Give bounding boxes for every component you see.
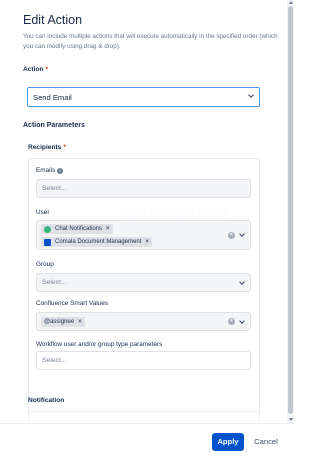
workflow-params-placeholder: Select...	[42, 357, 67, 364]
chevron-down-icon[interactable]	[239, 231, 245, 237]
remove-chip-icon[interactable]: ×	[78, 319, 82, 325]
action-select-value: Send Email	[33, 93, 72, 102]
workflow-params-label: Workflow user and/or group type paramete…	[36, 341, 163, 348]
notification-label: Notification	[28, 397, 65, 404]
chevron-down-icon[interactable]	[239, 318, 245, 324]
scrollbar[interactable]	[287, 0, 294, 423]
required-mark: *	[45, 66, 49, 73]
info-icon[interactable]: i	[57, 168, 64, 174]
apply-button[interactable]: Apply	[212, 433, 244, 451]
chat-notifications-icon	[44, 225, 51, 233]
chevron-down-icon[interactable]	[239, 279, 245, 285]
clear-icon[interactable]: ×	[228, 318, 235, 325]
dialog-description: You can include multiple actions that wi…	[23, 33, 278, 50]
user-chip: Comala Document Management ×	[41, 237, 152, 247]
workflow-params-select[interactable]: Select...	[36, 351, 251, 370]
user-chip: Chat Notifications ×	[41, 224, 113, 234]
user-select[interactable]: Chat Notifications × Comala Document Man…	[36, 220, 251, 250]
scrollbar-thumb[interactable]	[288, 6, 293, 414]
user-chip-label: Chat Notifications	[55, 226, 103, 232]
group-placeholder: Select...	[42, 279, 67, 286]
clear-icon[interactable]: ×	[228, 232, 235, 239]
comala-app-icon	[44, 238, 51, 246]
emails-label: Emails i	[36, 167, 64, 174]
dialog-title: Edit Action	[23, 13, 83, 27]
group-label: Group	[36, 261, 54, 268]
action-select[interactable]: Send Email	[27, 87, 260, 107]
cancel-button[interactable]: Cancel	[250, 433, 282, 451]
chevron-down-icon[interactable]	[248, 92, 254, 98]
recipients-label-text: Recipients	[28, 144, 62, 151]
recipients-label: Recipients *	[28, 144, 66, 151]
emails-placeholder: Select...	[42, 185, 67, 192]
user-label: User	[36, 209, 50, 216]
action-label: Action *	[23, 66, 48, 73]
action-label-text: Action	[23, 66, 44, 73]
smart-value-chip-label: @assignee	[44, 319, 75, 325]
dialog-body: Edit Action You can include multiple act…	[0, 0, 286, 420]
action-parameters-heading: Action Parameters	[23, 122, 85, 129]
emails-select[interactable]: Select...	[36, 179, 251, 198]
smart-value-chip: @assignee ×	[41, 317, 85, 327]
smart-values-label: Confluence Smart Values	[36, 300, 108, 307]
group-select[interactable]: Select...	[36, 273, 251, 292]
smart-values-select[interactable]: @assignee × ×	[36, 312, 251, 331]
emails-label-text: Emails	[36, 167, 56, 174]
notification-card	[28, 411, 260, 420]
remove-chip-icon[interactable]: ×	[145, 239, 149, 245]
remove-chip-icon[interactable]: ×	[106, 226, 110, 232]
scroll-up-icon[interactable]	[288, 1, 293, 4]
edit-action-dialog: Edit Action You can include multiple act…	[0, 0, 294, 463]
user-chip-label: Comala Document Management	[55, 239, 142, 245]
required-mark: *	[63, 144, 66, 151]
scroll-down-icon[interactable]	[288, 418, 293, 421]
